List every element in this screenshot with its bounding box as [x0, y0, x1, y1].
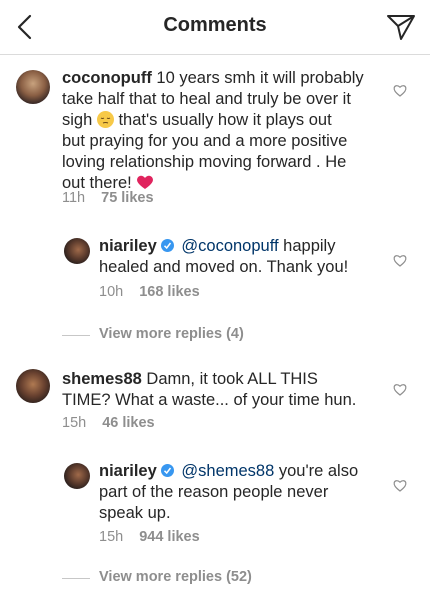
likes-count[interactable]: 944 likes — [139, 529, 199, 545]
verified-badge-icon — [160, 464, 174, 477]
paper-plane-icon[interactable] — [386, 12, 416, 42]
comment-body: but praying for you and a more positive — [62, 132, 348, 150]
likes-count[interactable]: 46 likes — [102, 415, 154, 431]
red-heart-emoji — [137, 175, 154, 189]
reply-body: part of the reason people never — [99, 483, 329, 501]
comment-time: 15h — [62, 415, 87, 431]
reply-body: healed and moved on. Thank you! — [99, 258, 349, 276]
avatar[interactable] — [16, 369, 50, 403]
comment-body: 10 years smh it will probably — [156, 69, 364, 87]
comment-text: coconopuff 10 years smh it will probably… — [62, 68, 392, 194]
reply-username[interactable]: niariley — [99, 237, 157, 255]
comment-meta: 11h 75 likes — [62, 190, 154, 206]
reply-text: niariley @shemes88 you're also part of t… — [99, 461, 389, 524]
avatar[interactable] — [64, 238, 90, 264]
comment-body: Damn, it took ALL THIS — [146, 370, 318, 388]
comment-text: shemes88 Damn, it took ALL THIS TIME? Wh… — [62, 369, 392, 411]
heart-outline-icon[interactable] — [393, 254, 407, 267]
mention-link[interactable]: @coconopuff — [181, 237, 278, 255]
reply-body: happily — [283, 237, 336, 255]
reply-meta: 15h 944 likes — [99, 529, 200, 545]
comment-username[interactable]: coconopuff — [62, 69, 152, 87]
divider-line — [62, 578, 90, 579]
heart-outline-icon[interactable] — [393, 84, 407, 97]
reply-body: you're also — [278, 462, 359, 480]
comment-username[interactable]: shemes88 — [62, 370, 142, 388]
avatar[interactable] — [64, 463, 90, 489]
view-more-replies-button[interactable]: View more replies (4) — [99, 326, 244, 342]
comment-meta: 15h 46 likes — [62, 415, 155, 431]
comment-body: sigh — [62, 111, 93, 129]
comment-body: loving relationship moving forward . He — [62, 153, 347, 171]
divider-line — [62, 335, 90, 336]
pensive-face-emoji — [96, 111, 114, 128]
heart-outline-icon[interactable] — [393, 479, 407, 492]
comment-body: TIME? What a waste... of your time hun. — [62, 391, 357, 409]
likes-count[interactable]: 75 likes — [101, 190, 153, 206]
reply-meta: 10h 168 likes — [99, 284, 200, 300]
heart-outline-icon[interactable] — [393, 383, 407, 396]
avatar[interactable] — [16, 70, 50, 104]
likes-count[interactable]: 168 likes — [139, 284, 199, 300]
mention-link[interactable]: @shemes88 — [181, 462, 274, 480]
comment-time: 11h — [62, 190, 86, 206]
reply-username[interactable]: niariley — [99, 462, 157, 480]
reply-body: speak up. — [99, 504, 171, 522]
page-title: Comments — [163, 14, 267, 36]
view-more-replies-button[interactable]: View more replies (52) — [99, 569, 252, 585]
header-bar: Comments — [0, 0, 430, 55]
reply-time: 10h — [99, 284, 124, 300]
reply-time: 15h — [99, 529, 124, 545]
reply-text: niariley @coconopuff happily healed and … — [99, 236, 389, 278]
comment-body: that's usually how it plays out — [118, 111, 332, 129]
verified-badge-icon — [160, 239, 174, 252]
comment-body: take half that to heal and truly be over… — [62, 90, 351, 108]
